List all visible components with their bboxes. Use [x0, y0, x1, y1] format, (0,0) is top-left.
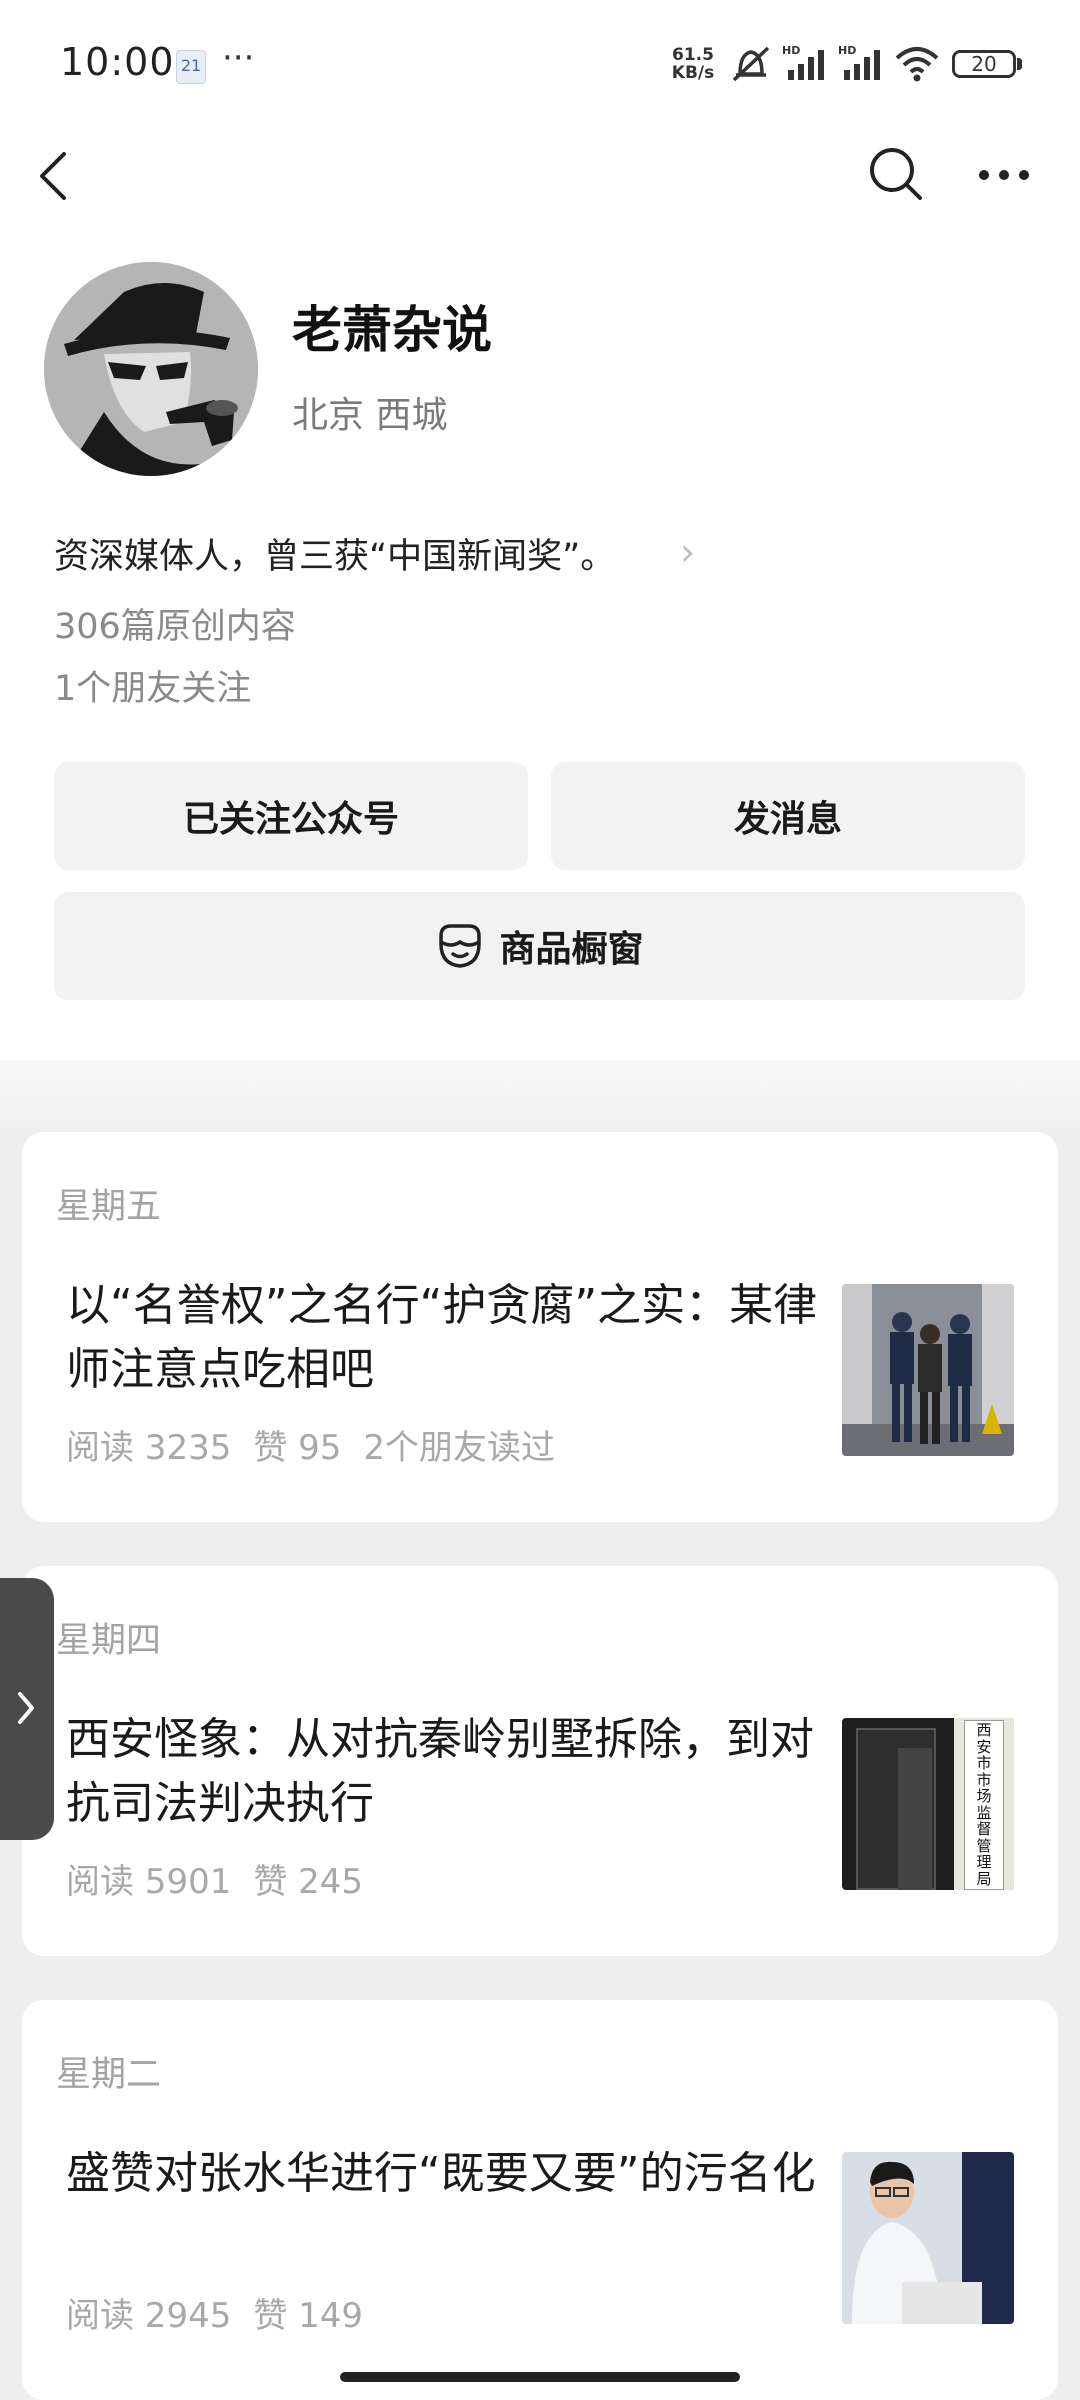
back-icon[interactable]	[34, 148, 74, 204]
article-likes: 赞 95	[253, 1428, 342, 1468]
more-icon[interactable]	[976, 160, 1032, 190]
article-meta: 阅读 2945 赞 149	[66, 2288, 385, 2337]
message-button-label: 发消息	[733, 799, 842, 840]
account-name: 老萧杂说	[292, 301, 492, 359]
signal-2-icon: HD	[838, 44, 880, 80]
more-notifications-icon: ···	[222, 38, 255, 78]
friends-follow[interactable]: 1个朋友关注	[54, 660, 251, 711]
home-indicator[interactable]	[340, 2372, 740, 2382]
network-speed-unit: KB/s	[671, 63, 715, 83]
article-likes: 赞 149	[253, 2296, 364, 2336]
shop-window-button[interactable]: 商品橱窗	[54, 892, 1025, 1000]
wifi-icon	[895, 47, 939, 82]
account-location: 北京 西城	[292, 395, 448, 436]
signal-1-icon: HD	[782, 44, 824, 80]
search-icon[interactable]	[866, 144, 926, 204]
calendar-icon: 21	[176, 50, 206, 84]
article-title[interactable]: 盛赞对张水华进行“既要又要”的污名化	[66, 2142, 826, 2206]
article-thumbnail[interactable]	[842, 1284, 1014, 1456]
battery-tip	[1017, 58, 1022, 70]
status-time: 10:00	[60, 40, 175, 84]
article-meta: 阅读 3235 赞 95 2个朋友读过	[66, 1420, 577, 1469]
article-card[interactable]: 星期二 盛赞对张水华进行“既要又要”的污名化 阅读 2945 赞 149	[22, 2000, 1058, 2400]
article-likes: 赞 245	[253, 1862, 364, 1902]
article-card[interactable]: 星期五 以“名誉权”之名行“护贪腐”之实：某律师注意点吃相吧 阅读 3235 赞 …	[22, 1132, 1058, 1522]
shop-window-button-label: 商品橱窗	[499, 929, 644, 970]
article-reads: 阅读 5901	[66, 1862, 232, 1902]
floating-side-tab[interactable]	[0, 1578, 54, 1840]
article-reads: 阅读 3235	[66, 1428, 232, 1468]
article-thumbnail[interactable]	[842, 2152, 1014, 2324]
article-friends-read: 2个朋友读过	[363, 1428, 556, 1468]
message-button[interactable]: 发消息	[551, 762, 1025, 870]
svg-text:HD: HD	[838, 44, 856, 57]
account-bio[interactable]: 资深媒体人，曾三获“中国新闻奖”。	[54, 528, 615, 579]
avatar[interactable]	[44, 262, 258, 476]
article-thumbnail[interactable]: 西安市市场监督管理局	[842, 1718, 1014, 1890]
article-day: 星期四	[56, 1621, 162, 1661]
chevron-right-icon[interactable]: ›	[680, 530, 695, 574]
article-day: 星期二	[56, 2055, 162, 2095]
article-title[interactable]: 以“名誉权”之名行“护贪腐”之实：某律师注意点吃相吧	[66, 1274, 826, 1402]
chevron-right-icon	[18, 1692, 34, 1724]
shop-icon	[439, 924, 482, 968]
mute-icon	[732, 46, 770, 82]
article-day: 星期五	[56, 1187, 162, 1227]
network-speed: 61.5 KB/s	[668, 46, 718, 82]
battery-icon: 20	[952, 50, 1016, 78]
article-card[interactable]: 星期四 西安怪象：从对抗秦岭别墅拆除，到对抗司法判决执行 阅读 5901 赞 24…	[22, 1566, 1058, 1956]
article-reads: 阅读 2945	[66, 2296, 232, 2336]
svg-text:HD: HD	[782, 44, 800, 57]
article-meta: 阅读 5901 赞 245	[66, 1854, 385, 1903]
original-count: 306篇原创内容	[54, 607, 296, 647]
network-speed-value: 61.5	[672, 45, 714, 65]
sign-text: 西安市市场监督管理局	[976, 1721, 992, 1888]
followed-button-label: 已关注公众号	[182, 799, 399, 840]
followed-button[interactable]: 已关注公众号	[54, 762, 528, 870]
article-title[interactable]: 西安怪象：从对抗秦岭别墅拆除，到对抗司法判决执行	[66, 1708, 826, 1836]
